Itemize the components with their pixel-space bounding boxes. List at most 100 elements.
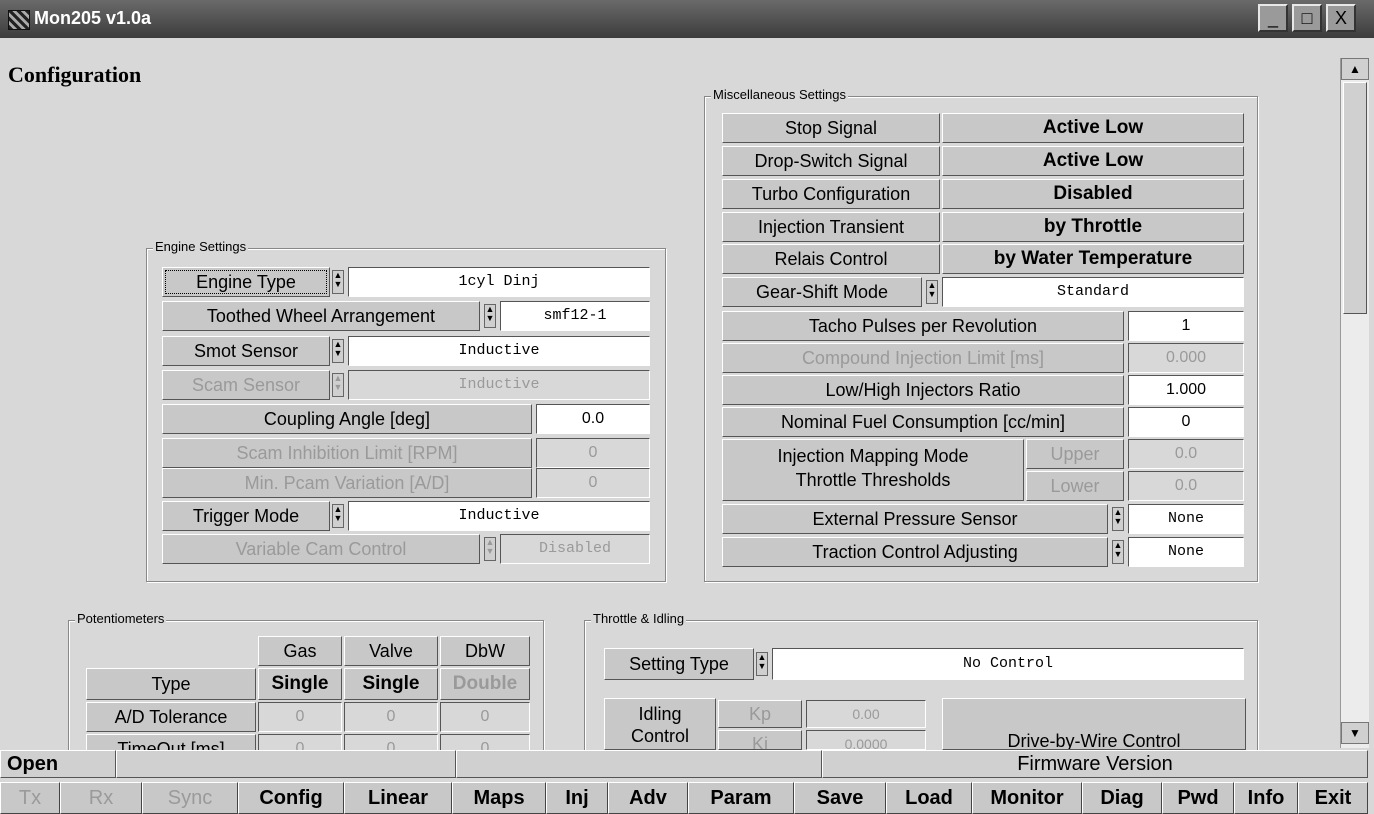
coupling-angle-field[interactable]: 0.0 [536,404,650,434]
scam-inhibition-field: 0 [536,438,650,468]
min-pcam-label: Min. Pcam Variation [A/D] [162,468,532,498]
misc-settings-label: Miscellaneous Settings [711,87,848,102]
idling-line1: Idling [638,704,682,724]
dbw-control-button[interactable]: Drive-by-Wire Control [942,698,1246,750]
nav-sync-button: Sync [142,782,238,814]
ad-tolerance-label: A/D Tolerance [86,702,256,732]
low-high-ratio-label: Low/High Injectors Ratio [722,375,1124,405]
pot-header-dbw: DbW [440,636,530,666]
low-high-ratio-field[interactable]: 1.000 [1128,375,1244,405]
tacho-pulses-field[interactable]: 1 [1128,311,1244,341]
smot-sensor-spinner[interactable]: ▲ ▼ [332,339,344,363]
drop-switch-button[interactable]: Active Low [942,146,1244,176]
injection-transient-label: Injection Transient [722,212,940,242]
nav-linear-button[interactable]: Linear [344,782,452,814]
traction-label: Traction Control Adjusting [722,537,1108,567]
smot-sensor-label: Smot Sensor [162,336,330,366]
engine-settings-label: Engine Settings [153,239,249,254]
title-bar: Mon205 v1.0a _ □ X [0,0,1374,38]
pot-header-valve: Valve [344,636,438,666]
nav-inj-button[interactable]: Inj [546,782,608,814]
minimize-button[interactable]: _ [1258,4,1288,32]
nominal-fuel-label: Nominal Fuel Consumption [cc/min] [722,407,1124,437]
toothed-wheel-spinner[interactable]: ▲ ▼ [484,304,496,328]
traction-field[interactable]: None [1128,537,1244,567]
variable-cam-spinner: ▲ ▼ [484,537,496,561]
scam-sensor-label: Scam Sensor [162,370,330,400]
firmware-version: Firmware Version [822,750,1368,778]
relais-control-label: Relais Control [722,244,940,274]
traction-spinner[interactable]: ▲ ▼ [1112,540,1124,564]
ext-pressure-label: External Pressure Sensor [722,504,1108,534]
nav-adv-button[interactable]: Adv [608,782,688,814]
compound-injection-field: 0.000 [1128,343,1244,373]
page-title: Configuration [8,62,142,87]
engine-type-field[interactable]: 1cyl Dinj [348,267,650,297]
upper-label: Upper [1026,439,1124,469]
ad-tolerance-valve: 0 [344,702,438,732]
engine-type-label: Engine Type [162,267,330,297]
nav-maps-button[interactable]: Maps [452,782,546,814]
setting-type-spinner[interactable]: ▲ ▼ [756,652,768,676]
drop-switch-label: Drop-Switch Signal [722,146,940,176]
scroll-up-icon[interactable]: ▲ [1341,58,1369,80]
stop-signal-button[interactable]: Active Low [942,113,1244,143]
nav-param-button[interactable]: Param [688,782,794,814]
kp-field: 0.00 [806,700,926,728]
vertical-scrollbar[interactable]: ▲ ▼ [1340,58,1369,748]
setting-type-field[interactable]: No Control [772,648,1244,680]
ad-tolerance-gas: 0 [258,702,342,732]
close-button[interactable]: X [1326,4,1356,32]
nav-exit-button[interactable]: Exit [1298,782,1368,814]
nav-info-button[interactable]: Info [1234,782,1298,814]
trigger-mode-label: Trigger Mode [162,501,330,531]
gear-shift-field[interactable]: Standard [942,277,1244,307]
open-status[interactable]: Open [0,750,116,778]
scroll-down-icon[interactable]: ▼ [1341,722,1369,744]
pot-header-gas: Gas [258,636,342,666]
nav-tx-button: Tx [0,782,60,814]
nominal-fuel-field[interactable]: 0 [1128,407,1244,437]
nav-config-button[interactable]: Config [238,782,344,814]
control-line2: Control [630,726,690,746]
injection-transient-button[interactable]: by Throttle [942,212,1244,242]
scroll-thumb[interactable] [1343,82,1367,314]
pot-type-dbw-button: Double [440,668,530,700]
pot-type-valve-button[interactable]: Single [344,668,438,700]
ki-label: Ki [718,730,802,750]
trigger-mode-field[interactable]: Inductive [348,501,650,531]
variable-cam-field: Disabled [500,534,650,564]
pot-type-gas-button[interactable]: Single [258,668,342,700]
lower-label: Lower [1026,471,1124,501]
kp-label: Kp [718,700,802,728]
ki-field: 0.0000 [806,730,926,752]
nav-load-button[interactable]: Load [886,782,972,814]
ext-pressure-spinner[interactable]: ▲ ▼ [1112,507,1124,531]
toothed-wheel-field[interactable]: smf12-1 [500,301,650,331]
tacho-pulses-label: Tacho Pulses per Revolution [722,311,1124,341]
app-icon [8,10,30,30]
injection-mapping-line1: Injection Mapping Mode [777,446,969,466]
nav-save-button[interactable]: Save [794,782,886,814]
setting-type-label: Setting Type [604,648,754,680]
turbo-config-button[interactable]: Disabled [942,179,1244,209]
nav-pwd-button[interactable]: Pwd [1162,782,1234,814]
throttle-thresholds-line2: Throttle Thresholds [795,470,951,490]
gear-shift-spinner[interactable]: ▲ ▼ [926,280,938,304]
nav-monitor-button[interactable]: Monitor [972,782,1082,814]
maximize-button[interactable]: □ [1292,4,1322,32]
relais-control-button[interactable]: by Water Temperature [942,244,1244,274]
lower-field: 0.0 [1128,471,1244,501]
status-panel-2 [456,750,822,778]
scam-sensor-spinner: ▲ ▼ [332,373,344,397]
pot-type-label: Type [86,668,256,700]
variable-cam-label: Variable Cam Control [162,534,480,564]
coupling-angle-label: Coupling Angle [deg] [162,404,532,434]
ext-pressure-field[interactable]: None [1128,504,1244,534]
nav-diag-button[interactable]: Diag [1082,782,1162,814]
min-pcam-field: 0 [536,468,650,498]
trigger-mode-spinner[interactable]: ▲ ▼ [332,504,344,528]
smot-sensor-field[interactable]: Inductive [348,336,650,366]
potentiometers-label: Potentiometers [75,611,167,626]
engine-type-spinner[interactable]: ▲ ▼ [332,270,344,294]
